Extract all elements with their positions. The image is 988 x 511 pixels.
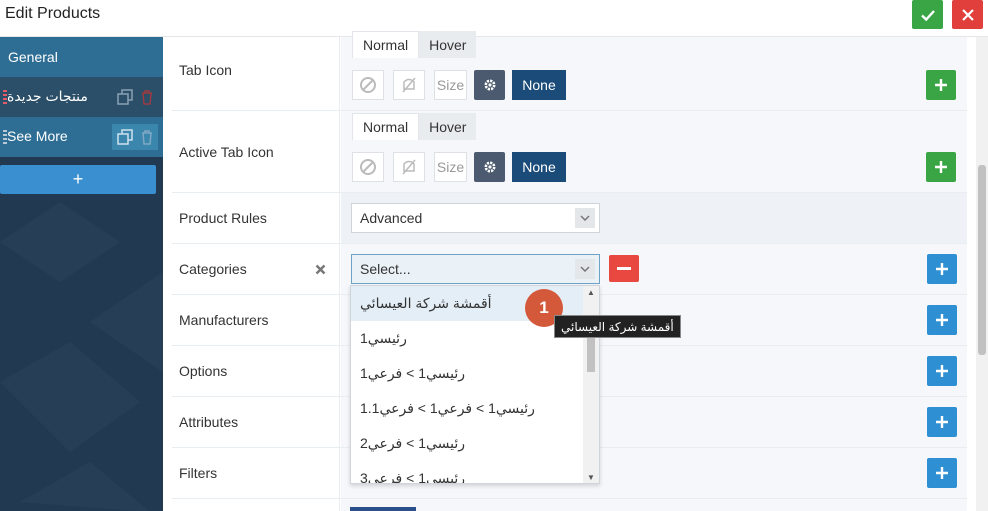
add-category-button[interactable] bbox=[927, 254, 957, 284]
product-rules-select[interactable]: Advanced bbox=[351, 203, 600, 233]
no-icon-option[interactable] bbox=[352, 70, 384, 100]
plus-icon bbox=[936, 263, 948, 275]
tab-icon-label: Tab Icon bbox=[179, 62, 232, 78]
no-image-icon bbox=[402, 77, 416, 93]
gear-icon bbox=[484, 161, 495, 173]
modal-header: Edit Products bbox=[0, 0, 988, 37]
add-filter-button[interactable] bbox=[927, 458, 957, 488]
close-icon bbox=[961, 8, 974, 21]
filters-label: Filters bbox=[179, 465, 218, 481]
plus-icon bbox=[935, 161, 947, 173]
save-button[interactable] bbox=[912, 0, 943, 29]
sidebar-item-new-products[interactable]: منتجات جديدة bbox=[0, 77, 163, 117]
plus-icon bbox=[935, 79, 947, 91]
attributes-label: Attributes bbox=[179, 414, 239, 430]
remove-category-button[interactable] bbox=[609, 255, 639, 282]
dropdown-option[interactable]: رئيسي1 > فرعي1 bbox=[351, 356, 585, 391]
sidebar-item-see-more[interactable]: See More bbox=[0, 117, 163, 157]
image-icon-option[interactable] bbox=[393, 152, 425, 182]
sidebar-item-label: See More bbox=[7, 128, 68, 144]
add-tab-button[interactable]: + bbox=[0, 165, 156, 194]
scroll-thumb[interactable] bbox=[978, 165, 986, 355]
background-pattern bbox=[0, 202, 163, 511]
page-scrollbar[interactable] bbox=[976, 37, 988, 511]
product-rules-label: Product Rules bbox=[179, 210, 267, 226]
no-image-icon bbox=[402, 159, 416, 175]
close-button[interactable] bbox=[952, 0, 983, 29]
plus-icon bbox=[936, 314, 948, 326]
select-placeholder: Select... bbox=[360, 261, 411, 277]
dropdown-scroll-thumb[interactable] bbox=[587, 338, 595, 372]
active-tab-icon-row: Active Tab Icon Normal Hover Size None bbox=[172, 111, 967, 193]
selected-value: Advanced bbox=[360, 210, 423, 226]
plus-icon bbox=[936, 365, 948, 377]
add-manufacturer-button[interactable] bbox=[927, 305, 957, 335]
options-label: Options bbox=[179, 363, 228, 379]
dropdown-option[interactable]: رئيسي1 > فرعي2 bbox=[351, 426, 585, 461]
check-icon bbox=[920, 9, 935, 21]
categories-label: Categories bbox=[179, 261, 247, 277]
gear-icon bbox=[484, 79, 495, 91]
icon-settings-button[interactable] bbox=[474, 152, 505, 182]
scroll-down-icon[interactable]: ▼ bbox=[586, 473, 596, 483]
copy-icon[interactable] bbox=[117, 129, 133, 145]
image-icon-option[interactable] bbox=[393, 70, 425, 100]
next-row-control bbox=[350, 507, 416, 511]
next-row bbox=[172, 499, 967, 511]
tab-hover[interactable]: Hover bbox=[419, 113, 477, 140]
manufacturers-label: Manufacturers bbox=[179, 312, 269, 328]
sidebar: General منتجات جديدة See More + bbox=[0, 37, 163, 511]
categories-select[interactable]: Select... bbox=[351, 254, 600, 284]
copy-icon[interactable] bbox=[117, 89, 133, 105]
tab-normal[interactable]: Normal bbox=[352, 31, 420, 58]
sidebar-item-general[interactable]: General bbox=[0, 37, 163, 77]
product-rules-row: Product Rules Advanced bbox=[172, 193, 967, 244]
add-active-tab-icon-button[interactable] bbox=[926, 152, 956, 182]
icon-none-button[interactable]: None bbox=[512, 152, 566, 182]
sidebar-item-label: منتجات جديدة bbox=[7, 88, 88, 104]
icon-settings-button[interactable] bbox=[474, 70, 505, 100]
plus-icon bbox=[936, 416, 948, 428]
add-option-button[interactable] bbox=[927, 356, 957, 386]
active-tab-icon-label: Active Tab Icon bbox=[179, 144, 274, 160]
dropdown-option[interactable]: رئيسي1 bbox=[351, 321, 585, 356]
icon-none-button[interactable]: None bbox=[512, 70, 566, 100]
add-tab-icon-button[interactable] bbox=[926, 70, 956, 100]
plus-icon bbox=[936, 467, 948, 479]
chevron-down-icon bbox=[575, 208, 595, 228]
ban-icon bbox=[360, 159, 376, 175]
tab-hover[interactable]: Hover bbox=[419, 31, 477, 58]
option-tooltip: أقمشة شركة العيسائي bbox=[554, 315, 681, 338]
dropdown-option[interactable]: رئيسي1 > فرعي1 > فرعي1.1 bbox=[351, 391, 585, 426]
dropdown-option[interactable]: رئيسي1 > فرعي3 bbox=[351, 461, 585, 483]
trash-icon[interactable] bbox=[139, 129, 155, 145]
tab-icon-row: Tab Icon Normal Hover Size None bbox=[172, 31, 967, 111]
no-icon-option[interactable] bbox=[352, 152, 384, 182]
ban-icon bbox=[360, 77, 376, 93]
page-title: Edit Products bbox=[5, 5, 101, 22]
icon-size-field[interactable]: Size bbox=[434, 152, 467, 182]
trash-icon[interactable] bbox=[139, 89, 155, 105]
icon-size-field[interactable]: Size bbox=[434, 70, 467, 100]
sidebar-item-label: General bbox=[8, 49, 58, 65]
scroll-up-icon[interactable]: ▲ bbox=[586, 288, 596, 298]
active-tab-icon-state-tabs: Normal Hover bbox=[352, 113, 477, 140]
clear-x-icon[interactable] bbox=[315, 264, 326, 275]
minus-icon bbox=[617, 266, 631, 270]
tab-icon-state-tabs: Normal Hover bbox=[352, 31, 477, 58]
tab-normal[interactable]: Normal bbox=[352, 113, 420, 140]
add-attribute-button[interactable] bbox=[927, 407, 957, 437]
chevron-down-icon bbox=[575, 259, 595, 279]
